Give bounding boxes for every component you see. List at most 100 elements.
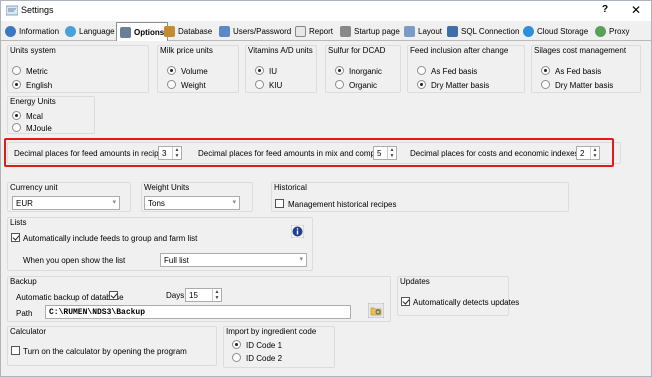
silage-as-fed-radio[interactable] [541, 66, 550, 75]
decimals-recipes-value: 3 [162, 149, 167, 158]
backup-path-input[interactable]: C:\RUMEN\NDS3\Backup [45, 305, 351, 319]
auto-include-checkbox[interactable] [11, 233, 20, 242]
tab-label: Information [19, 27, 60, 36]
currency-combo[interactable]: EUR ▾ [12, 196, 120, 210]
volume-label: Volume [181, 67, 208, 76]
tab-label: Users/Password [233, 27, 292, 36]
historical-checkbox[interactable] [275, 199, 284, 208]
inorganic-radio[interactable] [335, 66, 344, 75]
info-icon[interactable] [291, 225, 304, 238]
kiu-label: KIU [269, 81, 283, 90]
chevron-down-icon: ▾ [112, 199, 116, 206]
auto-include-label: Automatically include feeds to group and… [23, 234, 198, 243]
tab-label: Language [79, 27, 115, 36]
layout-icon [404, 26, 415, 37]
folder-browse-icon[interactable] [368, 303, 384, 318]
tab-startup-page[interactable]: Startup page [340, 23, 400, 40]
tab-language[interactable]: Language [65, 23, 115, 40]
tab-label: SQL Connection [461, 27, 520, 36]
energy-units-title: Energy Units [10, 97, 56, 106]
tab-cloud-storage[interactable]: Cloud Storage [523, 23, 588, 40]
tab-users-password[interactable]: Users/Password [219, 23, 291, 40]
mcal-radio[interactable] [12, 111, 21, 120]
historical-label: Management historical recipes [288, 200, 397, 209]
tab-strip: Information Language Options Database Us… [1, 21, 651, 41]
weight-units-combo[interactable]: Tons ▾ [144, 196, 240, 210]
sql-icon [447, 26, 458, 37]
iu-radio[interactable] [255, 66, 264, 75]
proxy-icon [595, 26, 606, 37]
volume-radio[interactable] [167, 66, 176, 75]
id-code-1-radio[interactable] [232, 340, 241, 349]
users-icon [219, 26, 230, 37]
silages-cost-title: Silages cost management [534, 46, 627, 55]
tab-database[interactable]: Database [164, 23, 212, 40]
english-label: English [26, 81, 53, 90]
tab-report[interactable]: Report [295, 23, 333, 40]
id-code-1-label: ID Code 1 [246, 341, 283, 350]
tab-label: Cloud Storage [537, 27, 589, 36]
feed-dry-matter-label: Dry Matter basis [431, 81, 490, 90]
mcal-label: Mcal [26, 112, 43, 121]
tab-proxy[interactable]: Proxy [595, 23, 629, 40]
backup-title: Backup [10, 277, 37, 286]
silage-dry-matter-radio[interactable] [541, 80, 550, 89]
info-icon [5, 26, 16, 37]
close-button[interactable]: ✕ [631, 3, 641, 17]
days-spinner[interactable]: 15 ▲ ▼ [185, 288, 222, 302]
tab-layout[interactable]: Layout [404, 23, 442, 40]
kiu-radio[interactable] [255, 80, 264, 89]
mjoule-label: MJoule [26, 124, 52, 133]
auto-backup-checkbox[interactable] [109, 291, 118, 300]
open-list-value: Full list [164, 256, 189, 265]
metric-radio[interactable] [12, 66, 21, 75]
feed-dry-matter-radio[interactable] [417, 80, 426, 89]
calculator-checkbox[interactable] [11, 346, 20, 355]
milk-price-title: Milk price units [160, 46, 213, 55]
spin-buttons[interactable]: ▲ ▼ [387, 147, 396, 159]
id-code-2-radio[interactable] [232, 353, 241, 362]
tab-options[interactable]: Options [116, 22, 169, 41]
organic-radio[interactable] [335, 80, 344, 89]
tab-information[interactable]: Information [5, 23, 59, 40]
settings-window: Settings ? ✕ Information Language Option… [0, 0, 652, 377]
help-button[interactable]: ? [602, 4, 608, 15]
calculator-label: Turn on the calculator by opening the pr… [23, 347, 187, 356]
options-icon [120, 26, 131, 38]
lists-title: Lists [10, 218, 27, 227]
english-radio[interactable] [12, 80, 21, 89]
decimals-mix-spinner[interactable]: 5 ▲ ▼ [373, 146, 397, 160]
import-code-title: Import by ingredient code [226, 327, 317, 336]
spin-buttons[interactable]: ▲ ▼ [172, 147, 181, 159]
auto-backup-label: Automatic backup of database [16, 293, 124, 302]
decimals-recipes-label: Decimal places for feed amounts in recip… [14, 149, 167, 158]
vitamins-title: Vitamins A/D units [248, 46, 313, 55]
days-label: Days [166, 291, 185, 300]
updates-title: Updates [400, 277, 430, 286]
weight-radio[interactable] [167, 80, 176, 89]
currency-title: Currency unit [10, 183, 58, 192]
decimals-recipes-spinner[interactable]: 3 ▲ ▼ [158, 146, 182, 160]
tab-label: Database [178, 27, 213, 36]
weight-label: Weight [181, 81, 206, 90]
feed-as-fed-radio[interactable] [417, 66, 426, 75]
mjoule-radio[interactable] [12, 123, 21, 132]
weight-units-title: Weight Units [144, 183, 190, 192]
auto-updates-checkbox[interactable] [401, 297, 410, 306]
chevron-down-icon: ▾ [232, 199, 236, 206]
tab-label: Options [134, 27, 165, 37]
tab-sql-connection[interactable]: SQL Connection [447, 23, 519, 40]
window-title: Settings [21, 5, 54, 15]
spin-buttons[interactable]: ▲ ▼ [590, 147, 599, 159]
open-list-label: When you open show the list [23, 256, 126, 265]
spin-buttons[interactable]: ▲ ▼ [212, 289, 221, 301]
iu-label: IU [269, 67, 277, 76]
currency-value: EUR [16, 199, 33, 208]
decimals-costs-spinner[interactable]: 2 ▲ ▼ [576, 146, 600, 160]
tab-label: Layout [418, 27, 443, 36]
backup-path-value: C:\RUMEN\NDS3\Backup [49, 308, 146, 317]
open-list-combo[interactable]: Full list ▾ [160, 253, 307, 267]
settings-app-icon [6, 5, 18, 16]
historical-title: Historical [274, 183, 307, 192]
path-label: Path [16, 309, 33, 318]
